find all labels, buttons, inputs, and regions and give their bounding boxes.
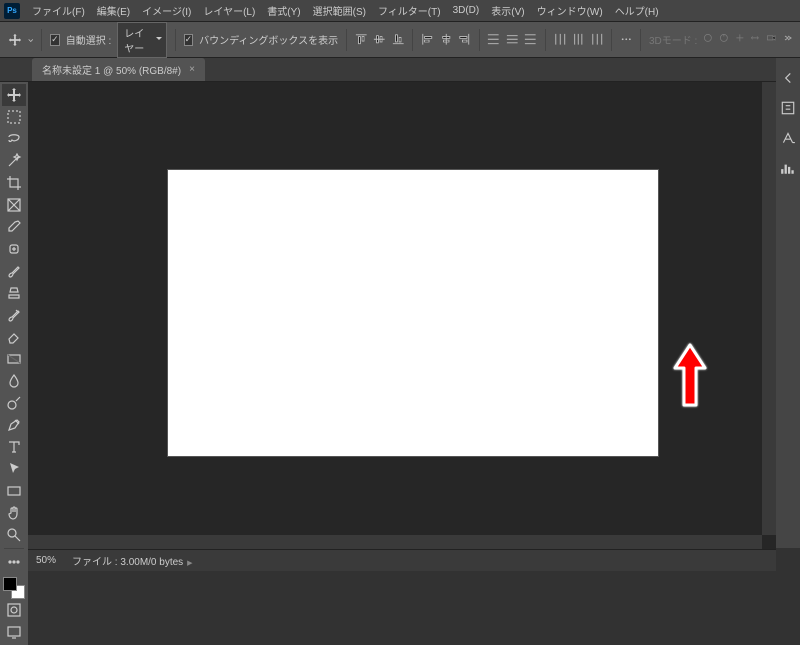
distribute-left-icon[interactable]	[554, 31, 567, 49]
zoom-tool[interactable]	[2, 524, 26, 546]
align-top-icon[interactable]	[355, 31, 368, 49]
magic-wand-tool[interactable]	[2, 150, 26, 172]
3d-roll-icon[interactable]	[719, 33, 729, 47]
status-doc-info[interactable]: ファイル : 3.00M/0 bytes	[72, 553, 193, 568]
separator	[41, 29, 42, 51]
separator	[611, 29, 612, 51]
distribute-vcenter-icon[interactable]	[506, 31, 519, 49]
document-tab[interactable]: 名称未設定 1 @ 50% (RGB/8#) ×	[32, 58, 205, 81]
3d-orbit-icon[interactable]	[703, 33, 713, 47]
options-bar: 自動選択 : レイヤー バウンディングボックスを表示 3Dモード :	[0, 22, 800, 58]
menu-type[interactable]: 書式(Y)	[261, 1, 306, 20]
3d-mode-label: 3Dモード :	[649, 32, 697, 47]
character-panel-icon[interactable]	[780, 130, 796, 146]
dodge-tool[interactable]	[2, 392, 26, 414]
panel-toggle-icon[interactable]	[780, 70, 796, 86]
canvas-workspace[interactable]	[28, 82, 776, 549]
frame-tool[interactable]	[2, 194, 26, 216]
menu-image[interactable]: イメージ(I)	[136, 1, 197, 20]
status-bar: 50% ファイル : 3.00M/0 bytes	[28, 549, 776, 571]
right-panel-strip	[776, 58, 800, 548]
document-canvas[interactable]	[168, 170, 658, 456]
menu-layer[interactable]: レイヤー(L)	[197, 1, 261, 20]
menu-view[interactable]: 表示(V)	[485, 1, 530, 20]
3d-camera-icon[interactable]	[766, 33, 776, 47]
show-bounding-checkbox[interactable]	[184, 34, 194, 46]
menu-bar: Ps ファイル(F) 編集(E) イメージ(I) レイヤー(L) 書式(Y) 選…	[0, 0, 800, 22]
menu-window[interactable]: ウィンドウ(W)	[531, 1, 609, 20]
tool-preset-dropdown-icon[interactable]	[28, 36, 34, 44]
menu-select[interactable]: 選択範囲(S)	[307, 1, 372, 20]
properties-panel-icon[interactable]	[780, 100, 796, 116]
lasso-tool[interactable]	[2, 128, 26, 150]
auto-select-target-select[interactable]: レイヤー	[117, 22, 167, 58]
hand-tool[interactable]	[2, 502, 26, 524]
healing-tool[interactable]	[2, 238, 26, 260]
align-right-icon[interactable]	[458, 31, 471, 49]
3d-pan-icon[interactable]	[735, 33, 745, 47]
auto-select-checkbox[interactable]	[50, 34, 60, 46]
rectangle-tool[interactable]	[2, 480, 26, 502]
tools-panel	[0, 82, 28, 645]
type-tool[interactable]	[2, 436, 26, 458]
menu-help[interactable]: ヘルプ(H)	[609, 1, 665, 20]
eyedropper-tool[interactable]	[2, 216, 26, 238]
separator	[412, 29, 413, 51]
brush-tool[interactable]	[2, 260, 26, 282]
history-brush-tool[interactable]	[2, 304, 26, 326]
horizontal-scrollbar[interactable]	[28, 535, 762, 549]
auto-select-label: 自動選択 :	[66, 32, 112, 47]
eraser-tool[interactable]	[2, 326, 26, 348]
align-hcenter-icon[interactable]	[440, 31, 453, 49]
distribute-right-icon[interactable]	[591, 31, 604, 49]
distribute-bottom-icon[interactable]	[524, 31, 537, 49]
distribute-hcenter-icon[interactable]	[572, 31, 585, 49]
menu-edit[interactable]: 編集(E)	[91, 1, 136, 20]
distribute-top-icon[interactable]	[487, 31, 500, 49]
separator	[640, 29, 641, 51]
document-tab-bar: 名称未設定 1 @ 50% (RGB/8#) ×	[0, 58, 800, 82]
crop-tool[interactable]	[2, 172, 26, 194]
vertical-scrollbar[interactable]	[762, 82, 776, 535]
align-vcenter-icon[interactable]	[373, 31, 386, 49]
app-logo: Ps	[4, 3, 20, 19]
3d-slide-icon[interactable]	[750, 33, 760, 47]
edit-toolbar-icon[interactable]	[2, 551, 26, 573]
quick-mask-icon[interactable]	[2, 599, 26, 621]
path-select-tool[interactable]	[2, 458, 26, 480]
more-align-icon[interactable]	[620, 31, 633, 49]
zoom-level[interactable]: 50%	[36, 555, 56, 566]
menu-3d[interactable]: 3D(D)	[447, 3, 486, 18]
histogram-panel-icon[interactable]	[780, 160, 796, 176]
clone-stamp-tool[interactable]	[2, 282, 26, 304]
menu-filter[interactable]: フィルター(T)	[372, 1, 447, 20]
blur-tool[interactable]	[2, 370, 26, 392]
align-left-icon[interactable]	[421, 31, 434, 49]
separator	[346, 29, 347, 51]
pen-tool[interactable]	[2, 414, 26, 436]
screen-mode-icon[interactable]	[2, 621, 26, 643]
close-tab-icon[interactable]: ×	[189, 64, 195, 75]
color-swatches[interactable]	[3, 577, 25, 599]
foreground-color-swatch[interactable]	[3, 577, 17, 591]
separator	[545, 29, 546, 51]
toolbar-divider	[4, 548, 24, 549]
gradient-tool[interactable]	[2, 348, 26, 370]
show-bounding-label: バウンディングボックスを表示	[199, 32, 338, 47]
marquee-tool[interactable]	[2, 106, 26, 128]
separator	[479, 29, 480, 51]
document-tab-title: 名称未設定 1 @ 50% (RGB/8#)	[42, 62, 181, 77]
menu-file[interactable]: ファイル(F)	[26, 1, 91, 20]
move-tool-icon[interactable]	[8, 30, 22, 50]
align-bottom-icon[interactable]	[392, 31, 405, 49]
separator	[175, 29, 176, 51]
options-overflow-icon[interactable]	[782, 33, 792, 46]
move-tool[interactable]	[2, 84, 26, 106]
